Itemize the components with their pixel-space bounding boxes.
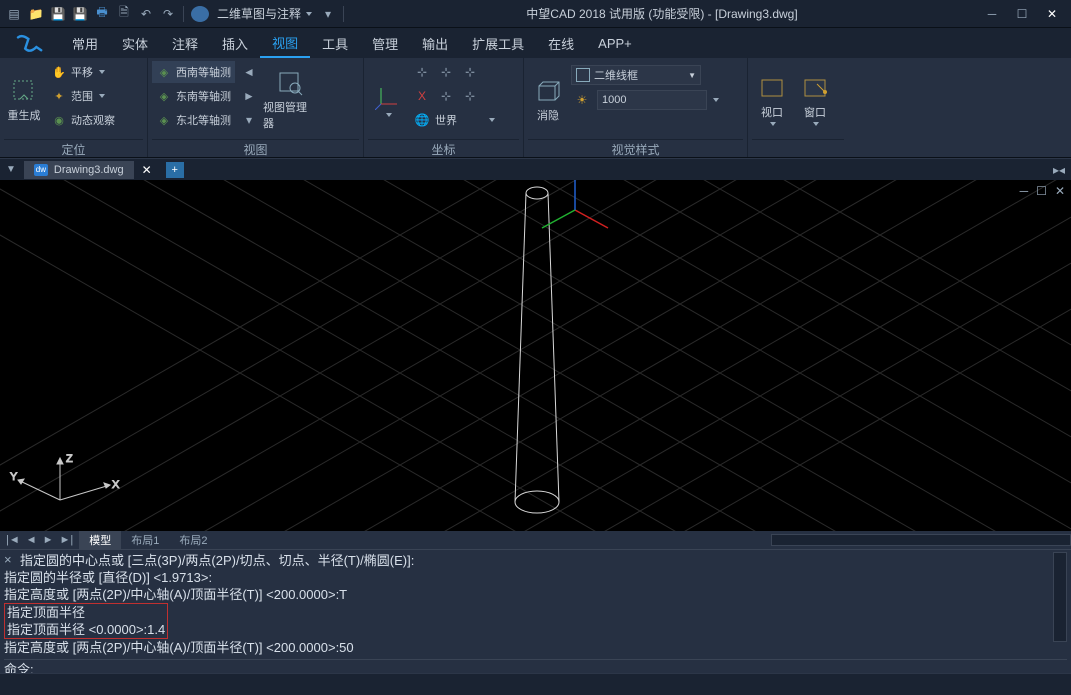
ribbon-tab-2[interactable]: 注释 [160,28,210,58]
plot-icon[interactable]: 🖶 [92,4,112,24]
ribbon-tab-7[interactable]: 输出 [410,28,460,58]
layout-next-icon[interactable]: ► [41,534,56,546]
panel-label [752,139,844,157]
preview-icon[interactable]: 🗎 [114,4,134,24]
layout-prev-icon[interactable]: ◄ [24,534,39,546]
ucs-icon-4[interactable]: ⊹ [435,85,457,107]
viewport-button[interactable]: 视口 [752,61,792,139]
window-button[interactable]: 窗口 [795,61,835,139]
hide-button[interactable]: 消隐 [528,61,568,139]
workspace-ball-icon[interactable] [191,6,209,22]
visual-style-dropdown[interactable]: 二维线框▼ [571,65,701,85]
world-label: 世界 [435,112,457,128]
panel-label: 视觉样式 [528,139,743,157]
view-next-icon[interactable]: ► [238,85,260,107]
panel-label: 视图 [152,139,359,157]
ucs-button[interactable] [368,61,408,139]
qat-overflow-icon[interactable]: ▾ [318,4,338,24]
document-tab-label: Drawing3.dwg [54,164,124,176]
orbit-button[interactable]: ◉动态观察 [47,109,119,131]
ribbon-tab-3[interactable]: 插入 [210,28,260,58]
ribbon-tab-0[interactable]: 常用 [60,28,110,58]
command-window[interactable]: × 指定圆的中心点或 [三点(3P)/两点(2P)/切点、切点、半径(T)/椭圆… [0,549,1071,673]
ribbon-tab-9[interactable]: 在线 [536,28,586,58]
cmd-line: 指定顶面半径 <0.0000>:1.4 [7,622,165,637]
cmd-line: 指定圆的半径或 [直径(D)] <1.9713>: [4,569,1067,586]
ne-iso-button[interactable]: ◈东北等轴测 [152,109,235,131]
maximize-button[interactable]: ☐ [1007,4,1037,24]
ribbon-tab-8[interactable]: 扩展工具 [460,28,536,58]
save-as-icon[interactable]: 💾 [70,4,90,24]
cmd-prompt[interactable]: 命令: [4,659,1067,673]
app-menu-icon[interactable]: ▤ [4,4,24,24]
window-title: 中望CAD 2018 试用版 (功能受限) - [Drawing3.dwg] [347,5,977,22]
layout-last-icon[interactable]: ►| [58,534,76,546]
svg-text:X: X [112,479,120,491]
minimize-button[interactable]: ─ [977,4,1007,24]
pan-button[interactable]: ✋平移 [47,61,119,83]
doctab-menu-icon[interactable]: ▼ [6,164,16,175]
doctab-overflow-icon[interactable]: ▸◂ [1053,163,1065,177]
ribbon-tab-4[interactable]: 视图 [260,28,310,58]
ucs-icon-1[interactable]: ⊹ [411,61,433,83]
ucs-icon-2[interactable]: ⊹ [435,61,457,83]
cmd-line: 指定圆的中心点或 [三点(3P)/两点(2P)/切点、切点、半径(T)/椭圆(E… [4,552,1067,569]
view-more-icon[interactable]: ▾ [238,109,260,131]
ucs-x-icon[interactable]: X [411,85,433,107]
cmd-line: 指定顶面半径 [7,605,85,620]
panel-label: 坐标 [368,139,519,157]
svg-text:Z: Z [66,453,73,465]
doctab-close-button[interactable]: ✕ [138,163,156,177]
regenerate-button[interactable]: 重生成 [4,61,44,139]
cmd-scrollbar[interactable] [1053,552,1067,642]
panel-label: 定位 [4,139,143,157]
view-close-icon[interactable]: ✕ [1055,184,1065,198]
layout-tab-0[interactable]: 模型 [79,531,121,549]
style-sun-icon[interactable]: ☀ [571,89,593,111]
app-logo[interactable] [0,28,60,58]
range-button[interactable]: ✦范围 [47,85,119,107]
workspace-selector[interactable]: 二维草图与注释 [213,5,316,22]
sw-iso-button[interactable]: ◈西南等轴测 [152,61,235,83]
view-prev-icon[interactable]: ◄ [238,61,260,83]
ribbon-tab-6[interactable]: 管理 [360,28,410,58]
view-manager-button[interactable]: 视图管理器 [263,61,317,139]
ribbon-tab-5[interactable]: 工具 [310,28,360,58]
status-bar [0,673,1071,695]
ucs-icon-5[interactable]: ⊹ [459,85,481,107]
view-max-icon[interactable]: ☐ [1036,184,1047,198]
layout-first-icon[interactable]: |◄ [4,534,22,546]
cmd-close-icon[interactable]: × [4,552,20,567]
world-icon[interactable]: 🌐 [411,109,433,131]
document-tab[interactable]: dw Drawing3.dwg [24,161,134,179]
layout-tab-2[interactable]: 布局2 [169,531,217,549]
view-min-icon[interactable]: ─ [1020,184,1029,198]
ucs-icon-3[interactable]: ⊹ [459,61,481,83]
close-button[interactable]: ✕ [1037,4,1067,24]
cmd-line: 指定高度或 [两点(2P)/中心轴(A)/顶面半径(T)] <200.0000>… [4,586,1067,603]
doctab-add-button[interactable]: + [166,162,184,178]
layout-tab-1[interactable]: 布局1 [121,531,169,549]
drawing-canvas[interactable]: Z X Y ─ ☐ ✕ [0,180,1071,531]
se-iso-button[interactable]: ◈东南等轴测 [152,85,235,107]
ribbon-tab-1[interactable]: 实体 [110,28,160,58]
dwg-icon: dw [34,164,48,176]
cmd-line: 指定高度或 [两点(2P)/中心轴(A)/顶面半径(T)] <200.0000>… [4,639,1067,656]
layout-scrollbar[interactable] [771,534,1071,546]
style-number-input[interactable] [597,90,707,110]
undo-icon[interactable]: ↶ [136,4,156,24]
save-icon[interactable]: 💾 [48,4,68,24]
open-icon[interactable]: 📁 [26,4,46,24]
redo-icon[interactable]: ↷ [158,4,178,24]
ribbon-tab-10[interactable]: APP+ [586,28,644,58]
svg-text:Y: Y [10,471,18,483]
